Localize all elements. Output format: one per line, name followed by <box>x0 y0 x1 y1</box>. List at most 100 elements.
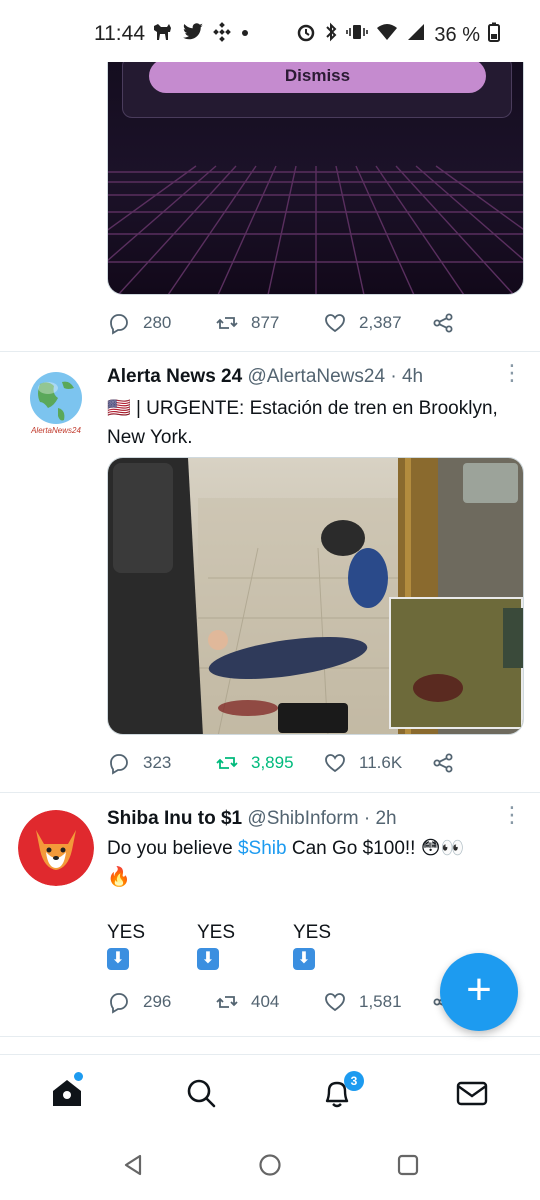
poll-option: YES ⬇ <box>107 922 145 970</box>
reply-action[interactable]: 323 <box>107 751 215 775</box>
retweet-icon <box>216 317 238 329</box>
tweet-header: Shiba Inu to $1 @ShibInform · 2h <box>107 808 397 830</box>
compose-plus-icon: + <box>466 965 492 1014</box>
heart-icon <box>325 993 345 1012</box>
avatar-caption: AlertaNews24 <box>31 426 81 435</box>
status-time: 11:44 <box>94 22 145 45</box>
poll-option-label: YES <box>107 922 146 943</box>
separator: · <box>363 808 371 829</box>
tweet-text: 🇺🇸 | URGENTE: Estación de tren en Brookl… <box>107 394 527 452</box>
tweet-text: Do you believe $Shib Can Go $100!! 😳👀 🔥 <box>107 834 527 892</box>
share-icon <box>433 313 453 333</box>
vibrate-icon <box>346 22 369 48</box>
retweet-action[interactable]: 404 <box>215 990 323 1014</box>
tweet-actions: 296 404 1,581 <box>107 987 467 1017</box>
timestamp[interactable]: 2h <box>375 808 396 829</box>
reply-count: 323 <box>143 753 172 772</box>
down-arrow-icon: ⬇ <box>197 948 219 970</box>
subway-photo-image <box>108 458 523 734</box>
divider <box>0 351 540 352</box>
retweet-count: 877 <box>251 313 280 332</box>
back-icon <box>124 1154 142 1176</box>
cashtag-link[interactable]: $Shib <box>238 838 287 859</box>
search-icon <box>187 1079 216 1108</box>
poll-option-label: YES <box>197 922 236 943</box>
divider <box>0 792 540 793</box>
bluetooth-icon <box>324 22 338 48</box>
like-count: 2,387 <box>359 313 402 332</box>
tweet-body-prefix: Do you believe <box>107 838 238 859</box>
share-icon <box>433 753 453 773</box>
recents-icon <box>397 1154 419 1176</box>
timestamp[interactable]: 4h <box>402 366 423 387</box>
reply-icon <box>110 314 128 335</box>
tweet-actions: 323 3,895 11.6K <box>107 748 467 778</box>
display-name[interactable]: Alerta News 24 <box>107 366 242 387</box>
retweet-action[interactable]: 3,895 <box>215 751 323 775</box>
wifi-icon <box>376 22 398 48</box>
tweet-body: | URGENTE: Estación de tren en Brooklyn,… <box>107 398 498 448</box>
retweet-count: 404 <box>251 992 280 1011</box>
retweet-count: 3,895 <box>251 753 294 772</box>
battery-icon <box>488 22 500 48</box>
nav-messages[interactable] <box>454 1075 490 1111</box>
nav-home[interactable] <box>49 1072 85 1111</box>
avatar[interactable] <box>18 810 94 886</box>
like-action[interactable]: 2,387 <box>323 311 431 335</box>
home-button[interactable] <box>257 1152 283 1178</box>
poll-option: YES ⬇ <box>197 922 235 970</box>
tweet-body-suffix: Can Go $100!! 😳👀 <box>286 838 465 859</box>
retweet-icon <box>216 996 238 1008</box>
like-action[interactable]: 1,581 <box>323 990 431 1014</box>
alarm-icon <box>296 22 316 48</box>
battery-percent: 36 % <box>434 24 480 46</box>
dismiss-button[interactable]: Dismiss <box>149 62 486 93</box>
recents-button[interactable] <box>395 1152 421 1178</box>
status-bar: 11:44 36 % <box>0 0 540 62</box>
retweet-action[interactable]: 877 <box>215 311 323 335</box>
notifications-badge: 3 <box>344 1071 364 1091</box>
promo-media-card: Dismiss <box>107 62 524 295</box>
display-name[interactable]: Shiba Inu to $1 <box>107 808 242 829</box>
system-navigation <box>0 1130 540 1200</box>
more-options-icon[interactable]: ⋮ <box>500 804 524 832</box>
handle[interactable]: @ShibInform <box>247 808 358 829</box>
share-action[interactable] <box>431 751 455 775</box>
fire-emoji: 🔥 <box>107 867 131 888</box>
reply-count: 296 <box>143 992 172 1011</box>
heart-icon <box>325 754 345 773</box>
signal-icon <box>406 22 426 48</box>
dog-icon <box>152 22 174 48</box>
like-count: 11.6K <box>359 753 403 772</box>
tweet-photo[interactable] <box>107 457 524 735</box>
status-left-icons <box>152 22 250 48</box>
dot-icon <box>240 22 250 48</box>
divider <box>0 1036 540 1037</box>
compose-tweet-button[interactable]: + <box>440 953 518 1031</box>
twitter-icon <box>182 23 204 47</box>
bottom-navigation: 3 <box>0 1054 540 1130</box>
reply-icon <box>110 993 128 1014</box>
nav-search[interactable] <box>183 1075 219 1111</box>
like-action[interactable]: 11.6K <box>323 751 431 775</box>
like-count: 1,581 <box>359 992 402 1011</box>
separator: · <box>390 366 397 387</box>
messages-icon <box>456 1081 488 1106</box>
down-arrow-icon: ⬇ <box>293 948 315 970</box>
share-action[interactable] <box>431 311 455 335</box>
us-flag-emoji: 🇺🇸 <box>107 398 131 419</box>
tweet-header: Alerta News 24 @AlertaNews24 · 4h <box>107 366 423 388</box>
binance-icon <box>212 22 232 48</box>
down-arrow-icon: ⬇ <box>107 948 129 970</box>
home-circle-icon <box>259 1154 281 1176</box>
reply-action[interactable]: 280 <box>107 311 215 335</box>
reply-action[interactable]: 296 <box>107 990 215 1014</box>
new-tweets-dot <box>74 1072 83 1081</box>
reply-icon <box>110 754 128 775</box>
poll-option: YES ⬇ <box>293 922 331 970</box>
handle[interactable]: @AlertaNews24 <box>247 366 385 387</box>
back-button[interactable] <box>120 1152 146 1178</box>
nav-notifications[interactable]: 3 <box>319 1071 364 1111</box>
tweet-actions-top: 280 877 2,387 <box>107 308 467 338</box>
more-options-icon[interactable]: ⋮ <box>500 362 524 390</box>
